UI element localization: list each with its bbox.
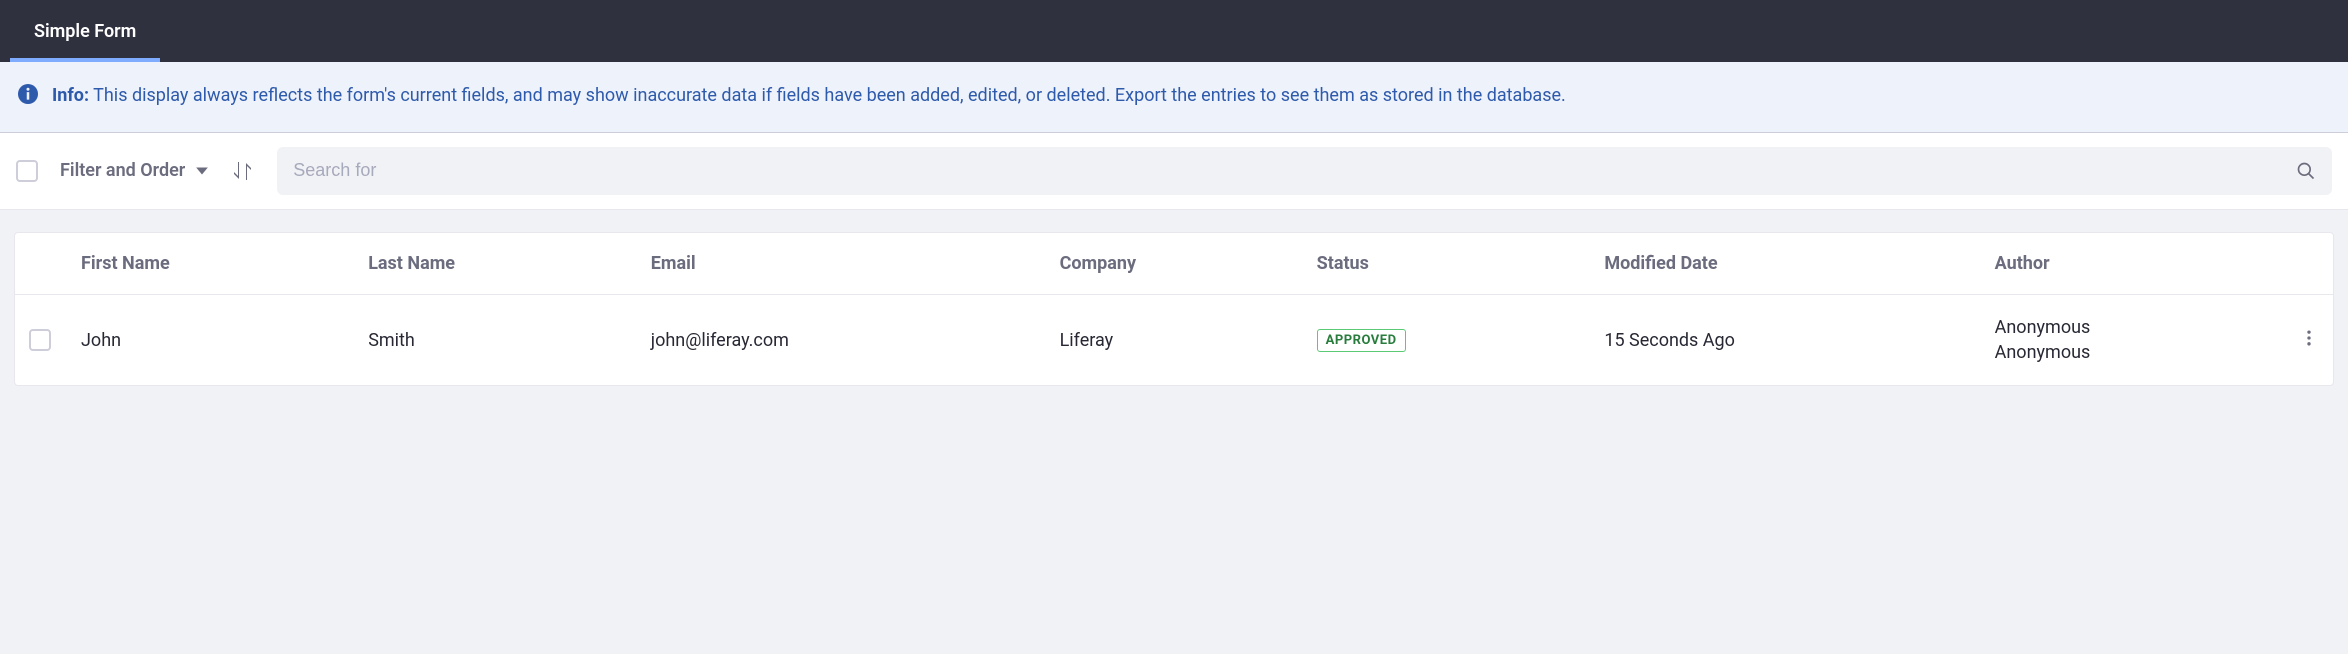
entries-table: First Name Last Name Email Company Statu…: [14, 232, 2334, 386]
info-text: Info: This display always reflects the f…: [52, 82, 1566, 110]
col-header-checkbox: [15, 233, 67, 295]
table-row[interactable]: John Smith john@liferay.com Liferay APPR…: [15, 295, 2333, 385]
col-header-status[interactable]: Status: [1303, 233, 1591, 295]
info-icon: [18, 84, 38, 104]
col-header-first-name[interactable]: First Name: [67, 233, 354, 295]
cell-author: Anonymous Anonymous: [1981, 295, 2285, 385]
table-container: First Name Last Name Email Company Statu…: [0, 210, 2348, 400]
table-header-row: First Name Last Name Email Company Statu…: [15, 233, 2333, 295]
search-input[interactable]: [293, 160, 2296, 181]
col-header-author[interactable]: Author: [1981, 233, 2285, 295]
cell-email: john@liferay.com: [637, 295, 1046, 385]
search-box: [277, 147, 2332, 195]
tab-label: Simple Form: [34, 21, 136, 42]
col-header-email[interactable]: Email: [637, 233, 1046, 295]
col-header-modified-date[interactable]: Modified Date: [1590, 233, 1980, 295]
status-badge: APPROVED: [1317, 329, 1406, 352]
chevron-down-icon: [195, 164, 209, 178]
cell-last-name: Smith: [354, 295, 637, 385]
col-header-company[interactable]: Company: [1046, 233, 1303, 295]
info-banner: Info: This display always reflects the f…: [0, 62, 2348, 133]
search-icon[interactable]: [2296, 161, 2316, 181]
filter-order-label: Filter and Order: [60, 160, 185, 181]
cell-company: Liferay: [1046, 295, 1303, 385]
cell-modified-date: 15 Seconds Ago: [1590, 295, 1980, 385]
tab-simple-form[interactable]: Simple Form: [10, 0, 160, 62]
filter-order-dropdown[interactable]: Filter and Order: [60, 160, 209, 181]
toolbar: Filter and Order: [0, 133, 2348, 210]
select-all-checkbox[interactable]: [16, 160, 38, 182]
row-checkbox[interactable]: [29, 329, 51, 351]
col-header-actions: [2285, 233, 2333, 295]
col-header-last-name[interactable]: Last Name: [354, 233, 637, 295]
kebab-menu-icon[interactable]: [2299, 328, 2319, 348]
author-line-2: Anonymous: [1995, 340, 2271, 365]
info-message: This display always reflects the form's …: [93, 85, 1566, 106]
author-line-1: Anonymous: [1995, 315, 2271, 340]
swap-vertical-icon: [231, 159, 255, 183]
cell-status: APPROVED: [1303, 295, 1591, 385]
header-bar: Simple Form: [0, 0, 2348, 62]
cell-first-name: John: [67, 295, 354, 385]
info-prefix: Info:: [52, 85, 89, 106]
sort-button[interactable]: [231, 159, 255, 183]
